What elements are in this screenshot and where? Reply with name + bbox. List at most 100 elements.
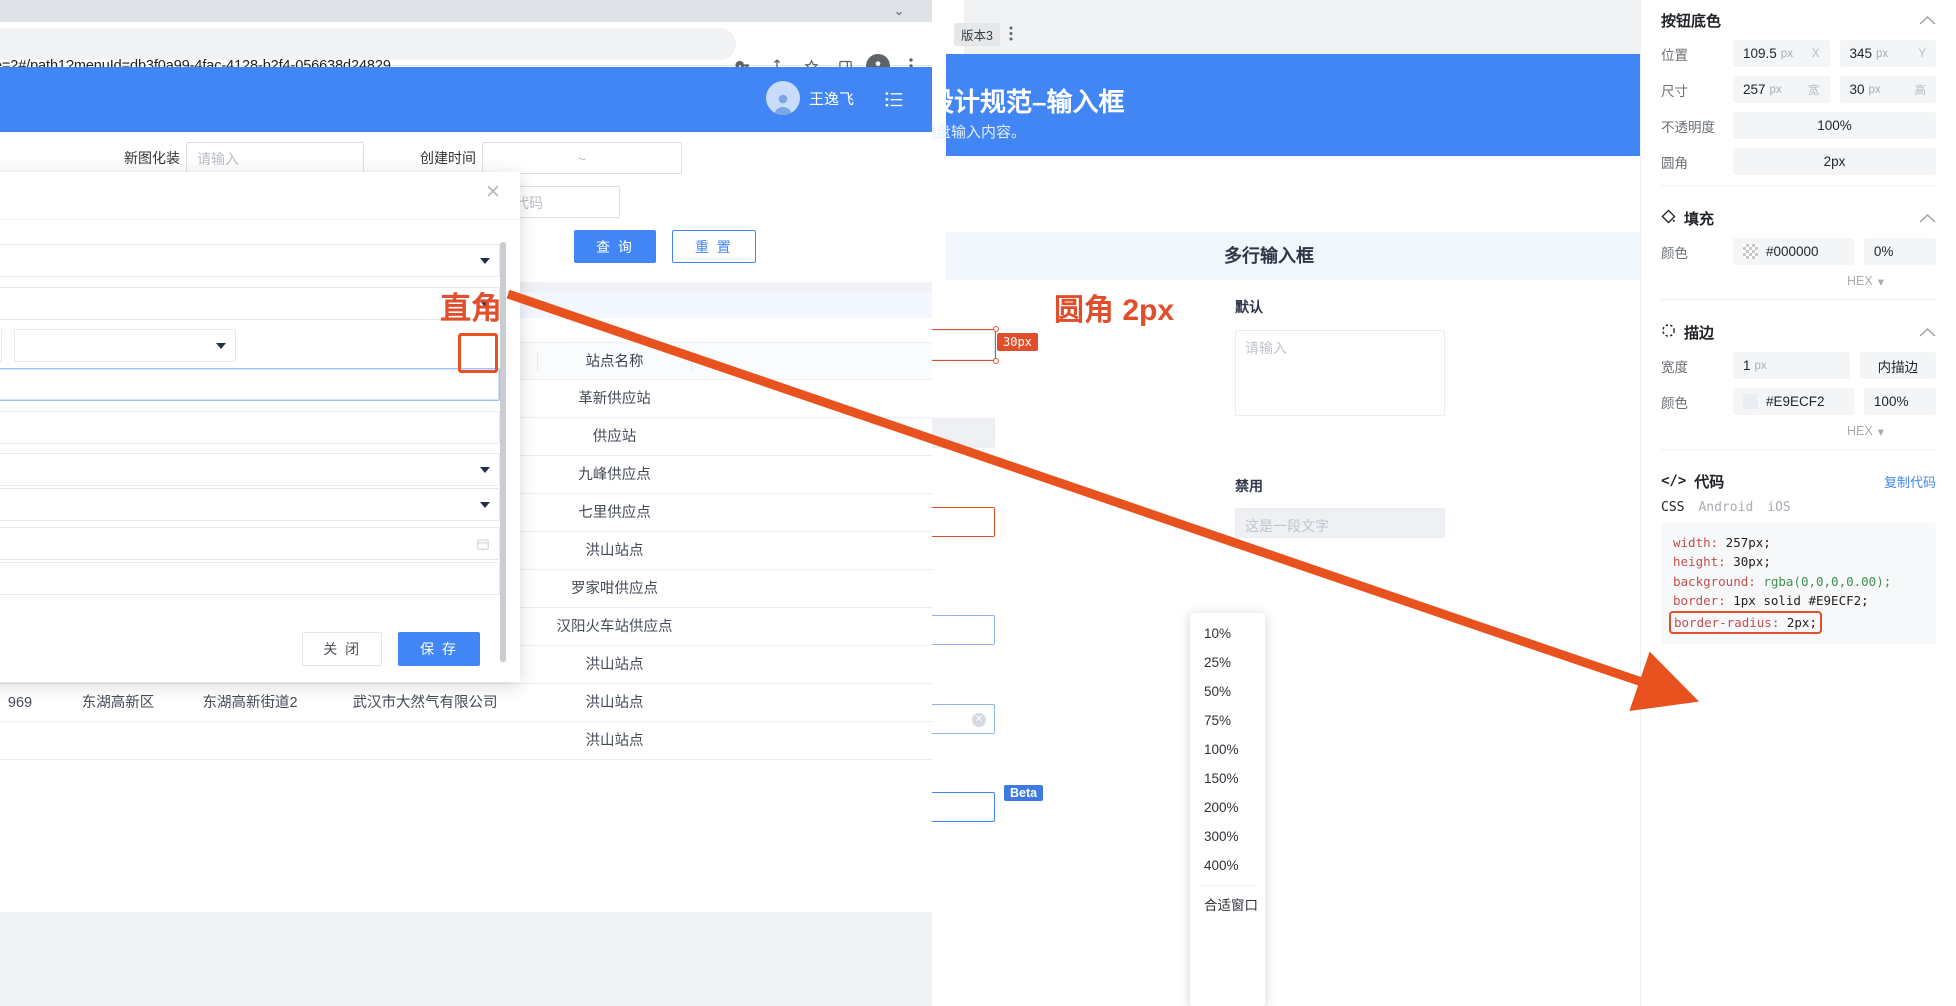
stroke-width-label: 宽度 (1661, 359, 1688, 375)
chevron-up-icon[interactable] (1919, 211, 1936, 226)
clear-circle-icon[interactable]: ✕ (972, 713, 986, 727)
table-cell-street: 东湖高新街道2 (202, 695, 298, 711)
zoom-menu-item-50[interactable]: 50% (1190, 677, 1265, 706)
section-code-title-group: </> 代码 (1661, 471, 1724, 492)
beta-badge: Beta (1004, 785, 1044, 801)
input-error[interactable]: 这是一段文字 (932, 507, 995, 537)
fill-opacity-input[interactable]: 0% (1863, 238, 1936, 265)
chevron-up-icon[interactable] (1919, 13, 1936, 28)
version-badge[interactable]: 版本3 (954, 23, 1000, 46)
code-value: rgba(0,0,0,0.00); (1755, 573, 1892, 589)
zoom-fit-window-item[interactable]: 合适窗口 (1190, 891, 1265, 920)
close-icon[interactable]: ✕ (480, 180, 506, 206)
section-code: </> 代码 复制代码 CSS Android iOS width: 257px; h… (1641, 462, 1956, 644)
dialog-input-9[interactable] (0, 562, 500, 595)
textarea-disabled: 这是一段文字 (1235, 508, 1445, 538)
code-property: border: (1673, 593, 1726, 609)
section-button-fill-header: 按钮底色 (1641, 0, 1956, 40)
code-tab-css[interactable]: CSS (1661, 500, 1684, 515)
table-cell-site-name: 汉阳火车站供应点 (556, 619, 673, 635)
stroke-color-input[interactable]: #E9ECF2 (1733, 388, 1854, 415)
fill-color-mode[interactable]: HEX ▾ (1641, 274, 1904, 289)
radius-value[interactable]: 2px (1733, 148, 1936, 175)
fill-color-mode-label: HEX (1847, 274, 1873, 288)
height-input[interactable]: 30 px 高 (1839, 76, 1936, 103)
position-x-input[interactable]: 109.5 px X (1733, 40, 1830, 67)
fill-color-input[interactable]: #000000 (1733, 238, 1854, 265)
filter-actions: 查 询 重 置 (574, 230, 756, 263)
dialog-field-row-1 (0, 244, 500, 277)
zoom-menu-item-400[interactable]: 400% (1190, 851, 1265, 880)
dialog-field-row-3 (0, 329, 236, 362)
table-cell-site-name: 供应站 (592, 429, 637, 445)
position-x-value: 109.5 (1743, 46, 1777, 61)
table-row[interactable]: 969 东湖高新区 东湖高新街道2 武汉市大然气有限公司 洪山站点 (0, 684, 932, 722)
input-active[interactable]: | (932, 792, 995, 822)
zoom-menu-item-300[interactable]: 300% (1190, 822, 1265, 851)
reset-button[interactable]: 重 置 (671, 230, 756, 263)
screen-root: ⌄ Mode=2#/path1?menuId=db3f0a99-4fac-412… (0, 0, 1956, 1006)
textarea-default[interactable]: 请输入 (1235, 330, 1445, 416)
position-y-input[interactable]: 345 px Y (1839, 40, 1936, 67)
dialog-select-3a[interactable] (0, 329, 2, 362)
list-menu-icon[interactable] (884, 89, 904, 114)
annotation-square-highlight (458, 333, 498, 373)
code-value: 2px; (1779, 614, 1817, 630)
table-cell-site-name: 七里供应点 (578, 505, 651, 521)
stroke-color-mode[interactable]: HEX ▾ (1641, 424, 1904, 439)
code-language-tabs: CSS Android iOS (1641, 500, 1956, 523)
dialog-select-3b[interactable] (14, 329, 236, 362)
zoom-menu-item-25[interactable]: 25% (1190, 648, 1265, 677)
section-stroke-header: 描边 (1641, 312, 1956, 352)
zoom-menu-item-10[interactable]: 10% (1190, 619, 1265, 648)
section-stroke-title-group: 描边 (1661, 322, 1714, 343)
filter-input-1[interactable]: 请输入 (186, 142, 364, 174)
dialog-close-button[interactable]: 关 闭 (302, 632, 383, 666)
dialog-date-8[interactable] (0, 527, 500, 560)
code-value: 1px solid #E9ECF2; (1725, 593, 1869, 609)
position-row: 位置 109.5 px X 345 px Y (1641, 40, 1956, 67)
table-row[interactable]: 洪山站点 (0, 722, 932, 760)
dialog-input-5[interactable] (0, 411, 500, 444)
dialog-select-6[interactable] (0, 453, 500, 486)
filter-label-1: 新图化装 (124, 150, 180, 166)
code-tab-ios[interactable]: iOS (1767, 500, 1790, 515)
section-code-header: </> 代码 复制代码 (1641, 462, 1956, 500)
filter-daterange-input[interactable]: ~ (482, 142, 682, 174)
stroke-align-select[interactable]: 内描边 (1859, 352, 1936, 379)
dialog-select-2[interactable] (0, 287, 500, 320)
dialog-footer: 关 闭 保 存 (0, 616, 520, 682)
dialog-input-4[interactable] (0, 368, 500, 401)
chevron-down-icon[interactable]: ⌄ (890, 2, 908, 20)
section-divider (1661, 185, 1936, 186)
zoom-menu-item-100[interactable]: 100% (1190, 735, 1265, 764)
position-y-unit: px (1876, 47, 1889, 60)
dialog-save-button[interactable]: 保 存 (398, 632, 480, 666)
stroke-width-input[interactable]: 1 px (1733, 352, 1850, 379)
radius-row: 圆角 2px (1641, 148, 1956, 175)
user-profile[interactable]: 王逸飞 (765, 81, 854, 115)
zoom-menu-item-75[interactable]: 75% (1190, 706, 1265, 735)
code-value: 257px; (1718, 535, 1771, 550)
dialog-select-7[interactable] (0, 488, 500, 521)
width-input[interactable]: 257 px 宽 (1733, 76, 1830, 103)
zoom-menu-item-150[interactable]: 150% (1190, 764, 1265, 793)
code-property: background: (1673, 573, 1756, 589)
opacity-value[interactable]: 100% (1733, 112, 1936, 139)
zoom-menu-item-200[interactable]: 200% (1190, 793, 1265, 822)
stroke-opacity-input[interactable]: 100% (1863, 388, 1936, 415)
caret-down-icon (480, 467, 490, 473)
copy-code-button[interactable]: 复制代码 (1884, 472, 1936, 491)
dialog-select-1[interactable] (0, 244, 500, 277)
kebab-menu-icon[interactable] (1009, 26, 1013, 46)
code-tab-android[interactable]: Android (1698, 500, 1753, 515)
input-hover-filled[interactable]: 这是一段文字 ✕ (932, 704, 995, 734)
browser-tabstrip: ⌄ (0, 0, 932, 22)
chevron-up-icon[interactable] (1919, 325, 1936, 340)
query-button[interactable]: 查 询 (574, 230, 656, 263)
input-hover[interactable]: 请输入 (932, 615, 995, 645)
width-unit: px (1769, 83, 1782, 96)
position-x-axis: X (1811, 47, 1820, 60)
section-fill-header: 填充 (1641, 198, 1956, 238)
section-title-multi-line: 多行输入框 (1224, 246, 1314, 266)
